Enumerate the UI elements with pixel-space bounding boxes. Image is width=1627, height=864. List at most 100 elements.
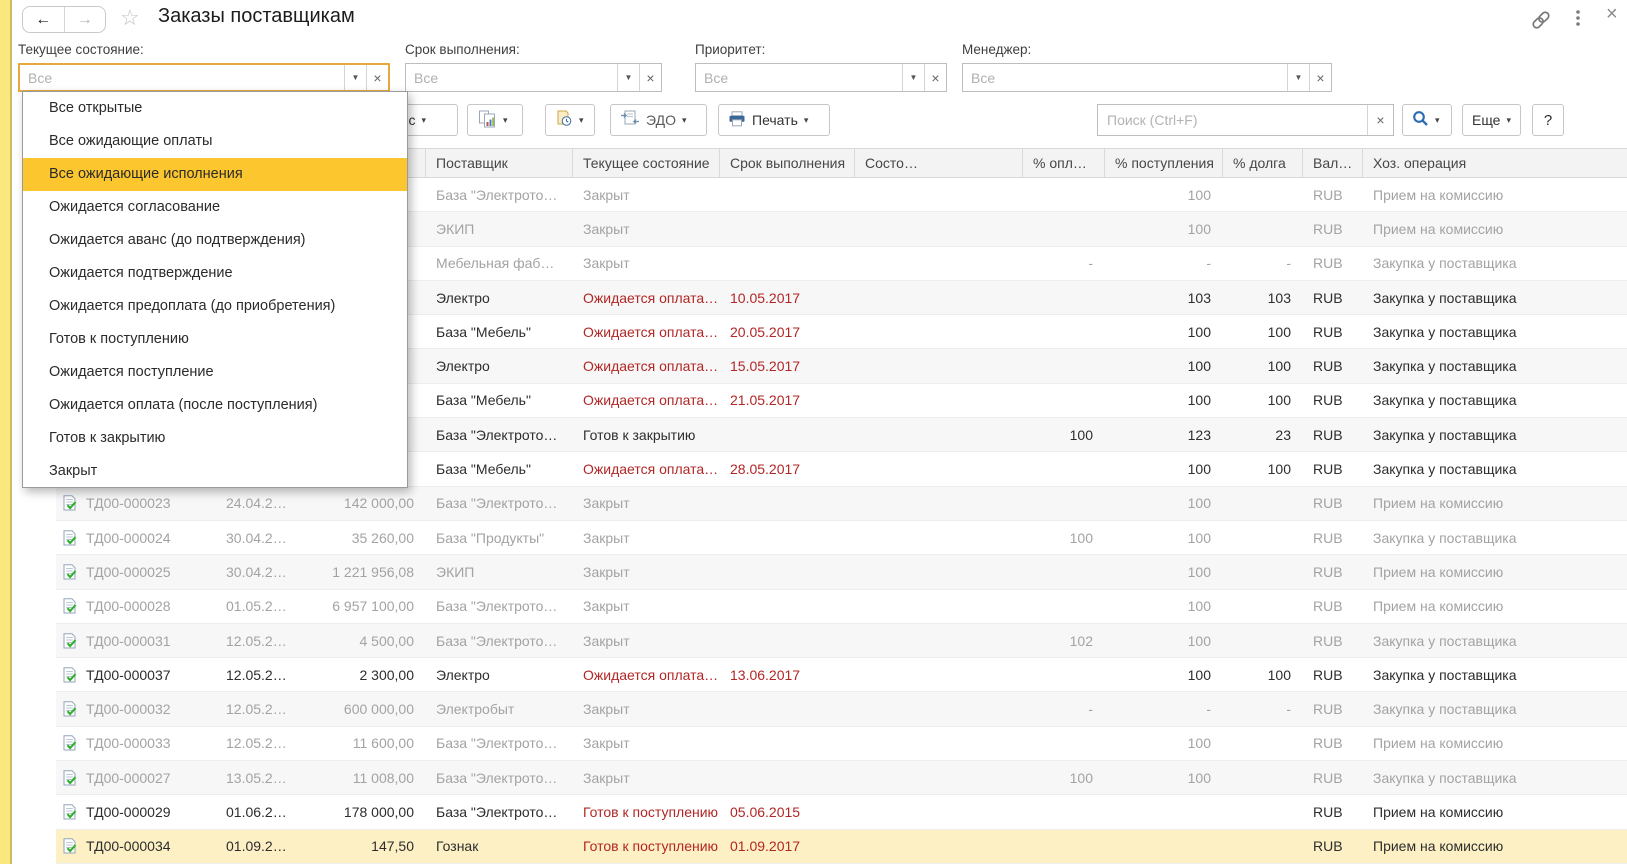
cell-sum[interactable]: 4 500,00 — [330, 624, 426, 657]
cell-pct-received[interactable]: 100 — [1105, 521, 1223, 554]
cell-supplier[interactable]: База "Мебель" — [426, 384, 573, 417]
dropdown-item[interactable]: Закрыт — [23, 455, 407, 488]
cell-status[interactable] — [855, 247, 1023, 280]
cell-doc-icon[interactable] — [56, 830, 82, 863]
cell-pct-debt[interactable] — [1223, 830, 1303, 863]
search-button[interactable]: ▾ — [1402, 104, 1452, 136]
cell-pct-received[interactable] — [1105, 830, 1223, 863]
cell-status[interactable] — [855, 452, 1023, 485]
cell-number[interactable]: ТД00-000025 — [82, 555, 216, 588]
cell-pct-received[interactable]: 100 — [1105, 761, 1223, 794]
cell-supplier[interactable]: ЭКИП — [426, 555, 573, 588]
cell-supplier[interactable]: Гознак — [426, 830, 573, 863]
help-button[interactable]: ? — [1532, 104, 1564, 136]
cell-pct-paid[interactable] — [1023, 658, 1105, 691]
cell-state[interactable]: Ожидается оплата… — [573, 349, 720, 382]
table-row[interactable]: ТД00-00003212.05.2…600 000,00ЭлектробытЗ… — [56, 692, 1627, 726]
cell-state[interactable]: Закрыт — [573, 212, 720, 245]
cell-status[interactable] — [855, 178, 1023, 211]
cell-pct-debt[interactable]: 100 — [1223, 349, 1303, 382]
cell-due[interactable]: 21.05.2017 — [720, 384, 855, 417]
cell-currency[interactable]: RUB — [1303, 384, 1363, 417]
dropdown-item[interactable]: Готов к закрытию — [23, 422, 407, 455]
cell-operation[interactable]: Прием на комиссию — [1363, 727, 1627, 760]
table-row[interactable]: ТД00-00002430.04.2…35 260,00База "Продук… — [56, 521, 1627, 555]
cell-due[interactable] — [720, 418, 855, 451]
cell-pct-received[interactable]: 100 — [1105, 555, 1223, 588]
cell-due[interactable] — [720, 521, 855, 554]
cell-pct-paid[interactable] — [1023, 727, 1105, 760]
cell-pct-paid[interactable] — [1023, 795, 1105, 828]
cell-operation[interactable]: Закупка у поставщика — [1363, 349, 1627, 382]
column-header-pct-debt[interactable]: % долга — [1223, 149, 1303, 177]
cell-pct-received[interactable]: 100 — [1105, 212, 1223, 245]
cell-status[interactable] — [855, 761, 1023, 794]
cell-state[interactable]: Закрыт — [573, 624, 720, 657]
cell-supplier[interactable]: База "Электрото… — [426, 418, 573, 451]
filter-state-input[interactable] — [20, 65, 344, 90]
cell-status[interactable] — [855, 281, 1023, 314]
cell-due[interactable] — [720, 590, 855, 623]
cell-state[interactable]: Ожидается оплата… — [573, 384, 720, 417]
cell-state[interactable]: Закрыт — [573, 761, 720, 794]
cell-date[interactable]: 30.04.2… — [216, 555, 330, 588]
column-header-supplier[interactable]: Поставщик — [426, 149, 573, 177]
cell-sum[interactable]: 178 000,00 — [330, 795, 426, 828]
cell-pct-paid[interactable] — [1023, 830, 1105, 863]
cell-pct-paid[interactable]: 100 — [1023, 418, 1105, 451]
column-header-operation[interactable]: Хоз. операция — [1363, 149, 1627, 177]
cell-pct-paid[interactable] — [1023, 487, 1105, 520]
cell-supplier[interactable]: База "Мебель" — [426, 315, 573, 348]
cell-operation[interactable]: Прием на комиссию — [1363, 795, 1627, 828]
cell-pct-debt[interactable] — [1223, 212, 1303, 245]
cell-operation[interactable]: Закупка у поставщика — [1363, 761, 1627, 794]
cell-pct-received[interactable]: 100 — [1105, 624, 1223, 657]
cell-doc-icon[interactable] — [56, 555, 82, 588]
cell-doc-icon[interactable] — [56, 624, 82, 657]
cell-pct-debt[interactable]: 100 — [1223, 315, 1303, 348]
cell-status[interactable] — [855, 212, 1023, 245]
cell-sum[interactable]: 600 000,00 — [330, 692, 426, 725]
cell-doc-icon[interactable] — [56, 692, 82, 725]
cell-operation[interactable]: Прием на комиссию — [1363, 830, 1627, 863]
cell-doc-icon[interactable] — [56, 487, 82, 520]
close-icon[interactable]: × — [1606, 3, 1618, 26]
search-input[interactable] — [1098, 105, 1367, 135]
cell-operation[interactable]: Закупка у поставщика — [1363, 315, 1627, 348]
cell-supplier[interactable]: База "Мебель" — [426, 452, 573, 485]
cell-sum[interactable]: 1 221 956,08 — [330, 555, 426, 588]
column-header-due[interactable]: Срок выполнения — [720, 149, 855, 177]
cell-currency[interactable]: RUB — [1303, 692, 1363, 725]
cell-state[interactable]: Закрыт — [573, 692, 720, 725]
table-row[interactable]: ТД00-00002713.05.2…11 008,00База "Электр… — [56, 761, 1627, 795]
cell-sum[interactable]: 35 260,00 — [330, 521, 426, 554]
cell-date[interactable]: 12.05.2… — [216, 727, 330, 760]
cell-sum[interactable]: 142 000,00 — [330, 487, 426, 520]
cell-date[interactable]: 12.05.2… — [216, 624, 330, 657]
cell-pct-debt[interactable]: 103 — [1223, 281, 1303, 314]
cell-due[interactable] — [720, 178, 855, 211]
cell-due[interactable]: 20.05.2017 — [720, 315, 855, 348]
cell-date[interactable]: 01.06.2… — [216, 795, 330, 828]
cell-operation[interactable]: Закупка у поставщика — [1363, 384, 1627, 417]
cell-status[interactable] — [855, 418, 1023, 451]
cell-currency[interactable]: RUB — [1303, 521, 1363, 554]
reports-button[interactable]: ▾ — [467, 104, 523, 136]
cell-state[interactable]: Закрыт — [573, 521, 720, 554]
cell-pct-received[interactable]: 123 — [1105, 418, 1223, 451]
cell-due[interactable] — [720, 761, 855, 794]
cell-pct-debt[interactable]: - — [1223, 247, 1303, 280]
cell-supplier[interactable]: База "Электрото… — [426, 487, 573, 520]
table-row[interactable]: ТД00-00002801.05.2…6 957 100,00База "Эле… — [56, 590, 1627, 624]
cell-currency[interactable]: RUB — [1303, 452, 1363, 485]
cell-pct-received[interactable]: 100 — [1105, 178, 1223, 211]
chevron-down-icon[interactable]: ▼ — [617, 64, 639, 91]
cell-status[interactable] — [855, 795, 1023, 828]
cell-pct-received[interactable]: 100 — [1105, 727, 1223, 760]
cell-sum[interactable]: 11 600,00 — [330, 727, 426, 760]
more-button[interactable]: Еще ▾ — [1462, 104, 1521, 136]
table-row[interactable]: ТД00-00002901.06.2…178 000,00База "Элект… — [56, 795, 1627, 829]
cell-state[interactable]: Закрыт — [573, 247, 720, 280]
cell-pct-received[interactable]: 100 — [1105, 349, 1223, 382]
cell-number[interactable]: ТД00-000032 — [82, 692, 216, 725]
